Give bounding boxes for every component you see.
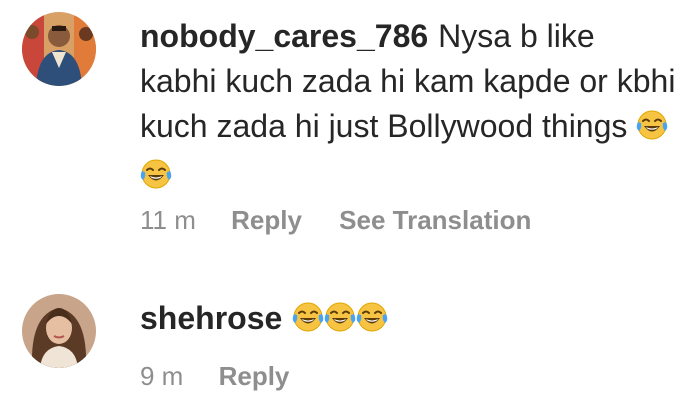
comment-body: nobody_cares_786 Nysa b like kabhi kuch z… xyxy=(139,14,680,202)
reply-button[interactable]: Reply xyxy=(219,361,290,391)
face-with-tears-of-joy-icon xyxy=(291,300,325,345)
comment-username[interactable]: shehrose xyxy=(140,300,282,336)
comment-body: shehrose xyxy=(140,296,680,345)
face-with-tears-of-joy-icon xyxy=(635,108,669,153)
see-translation-button[interactable]: See Translation xyxy=(339,205,531,235)
face-with-tears-of-joy-icon xyxy=(355,300,389,345)
comment-username[interactable]: nobody_cares_786 xyxy=(140,18,428,54)
comment-meta: 11 m Reply See Translation xyxy=(140,203,561,237)
comment-time: 9 m xyxy=(140,361,184,391)
avatar[interactable] xyxy=(22,294,96,368)
reply-button[interactable]: Reply xyxy=(231,205,302,235)
avatar[interactable] xyxy=(22,12,96,86)
face-with-tears-of-joy-icon xyxy=(139,157,173,202)
comment-meta: 9 m Reply xyxy=(140,359,319,393)
comment-time: 11 m xyxy=(140,205,196,235)
face-with-tears-of-joy-icon xyxy=(323,300,357,345)
